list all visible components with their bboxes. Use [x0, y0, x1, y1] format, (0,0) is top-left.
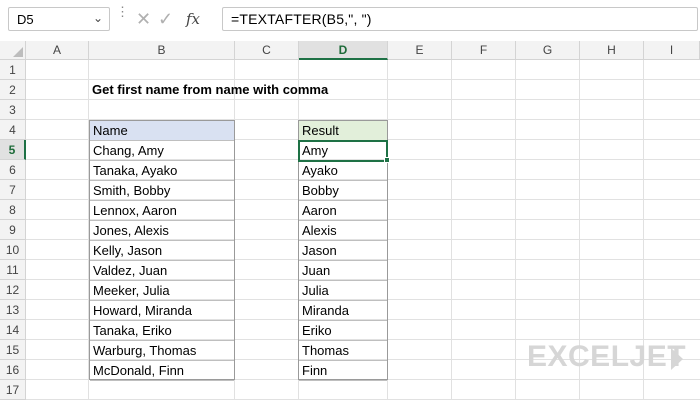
column-header-g[interactable]: G [516, 41, 580, 60]
row-header[interactable]: 14 [0, 320, 26, 340]
result-cell[interactable]: Alexis [299, 221, 387, 241]
name-cell[interactable]: Warburg, Thomas [90, 341, 234, 361]
formula-bar: D5 ⌄ ⋮ ✕ ✓ fx =TEXTAFTER(B5,", ") [0, 0, 700, 41]
worksheet-grid: A B C D E F G H I 1 2 3 4 5 6 7 8 9 10 11 12 13 14 15 1… [0, 41, 700, 400]
row-header[interactable]: 16 [0, 360, 26, 380]
formula-bar-buttons: ✕ ✓ fx [126, 7, 218, 31]
name-cell[interactable]: Howard, Miranda [90, 301, 234, 321]
name-cell[interactable]: Jones, Alexis [90, 221, 234, 241]
row-header[interactable]: 3 [0, 100, 26, 120]
result-cell[interactable]: Juan [299, 261, 387, 281]
row-header[interactable]: 10 [0, 240, 26, 260]
name-cell[interactable]: Tanaka, Ayako [90, 161, 234, 181]
row-header[interactable]: 9 [0, 220, 26, 240]
gridline [451, 60, 452, 400]
enter-icon[interactable]: ✓ [158, 7, 173, 31]
column-header-h[interactable]: H [580, 41, 644, 60]
column-header-b[interactable]: B [89, 41, 235, 60]
result-cell[interactable]: Julia [299, 281, 387, 301]
column-header-i[interactable]: I [644, 41, 700, 60]
column-header-a[interactable]: A [26, 41, 89, 60]
result-cell[interactable]: Thomas [299, 341, 387, 361]
row-header[interactable]: 2 [0, 80, 26, 100]
row-header[interactable]: 8 [0, 200, 26, 220]
formula-input[interactable]: =TEXTAFTER(B5,", ") [222, 7, 698, 31]
result-header[interactable]: Result [299, 121, 387, 141]
name-box[interactable]: D5 ⌄ [8, 7, 110, 31]
result-cell[interactable]: Aaron [299, 201, 387, 221]
select-all-corner[interactable] [0, 41, 26, 60]
result-cell[interactable]: Finn [299, 361, 387, 381]
cancel-icon[interactable]: ✕ [136, 7, 151, 31]
row-header[interactable]: 11 [0, 260, 26, 280]
name-cell[interactable]: Meeker, Julia [90, 281, 234, 301]
row-header[interactable]: 17 [0, 380, 26, 400]
name-header[interactable]: Name [90, 121, 234, 141]
chevron-down-icon[interactable]: ⌄ [93, 11, 103, 25]
row-header[interactable]: 5 [0, 140, 26, 160]
row-header[interactable]: 13 [0, 300, 26, 320]
column-header-c[interactable]: C [235, 41, 299, 60]
name-cell[interactable]: Smith, Bobby [90, 181, 234, 201]
sheet-title[interactable]: Get first name from name with comma [89, 80, 389, 100]
select-all-triangle-icon [13, 47, 23, 57]
row-header[interactable]: 12 [0, 280, 26, 300]
result-cell[interactable]: Eriko [299, 321, 387, 341]
result-cell[interactable]: Bobby [299, 181, 387, 201]
logo-text: EXCELJET [527, 340, 687, 373]
row-header[interactable]: 1 [0, 60, 26, 80]
vertical-dots-icon[interactable]: ⋮ [116, 5, 129, 18]
name-cell[interactable]: Kelly, Jason [90, 241, 234, 261]
column-header-e[interactable]: E [388, 41, 452, 60]
column-header-f[interactable]: F [452, 41, 516, 60]
name-cell[interactable]: Lennox, Aaron [90, 201, 234, 221]
result-cell[interactable]: Ayako [299, 161, 387, 181]
fill-handle[interactable] [384, 157, 390, 163]
logo-arrow-icon [671, 348, 683, 370]
formula-text: =TEXTAFTER(B5,", ") [231, 11, 372, 27]
insert-function-icon[interactable]: fx [186, 7, 200, 31]
name-cell[interactable]: McDonald, Finn [90, 361, 234, 381]
row-header[interactable]: 4 [0, 120, 26, 140]
name-cell[interactable]: Valdez, Juan [90, 261, 234, 281]
row-header[interactable]: 15 [0, 340, 26, 360]
name-cell[interactable]: Chang, Amy [90, 141, 234, 161]
result-cell[interactable]: Miranda [299, 301, 387, 321]
row-header[interactable]: 6 [0, 160, 26, 180]
gridline [515, 60, 516, 400]
name-box-value: D5 [17, 12, 34, 27]
active-cell[interactable]: Amy [298, 140, 388, 162]
row-header[interactable]: 7 [0, 180, 26, 200]
column-header-d[interactable]: D [299, 41, 388, 60]
result-cell[interactable]: Jason [299, 241, 387, 261]
name-cell[interactable]: Tanaka, Eriko [90, 321, 234, 341]
